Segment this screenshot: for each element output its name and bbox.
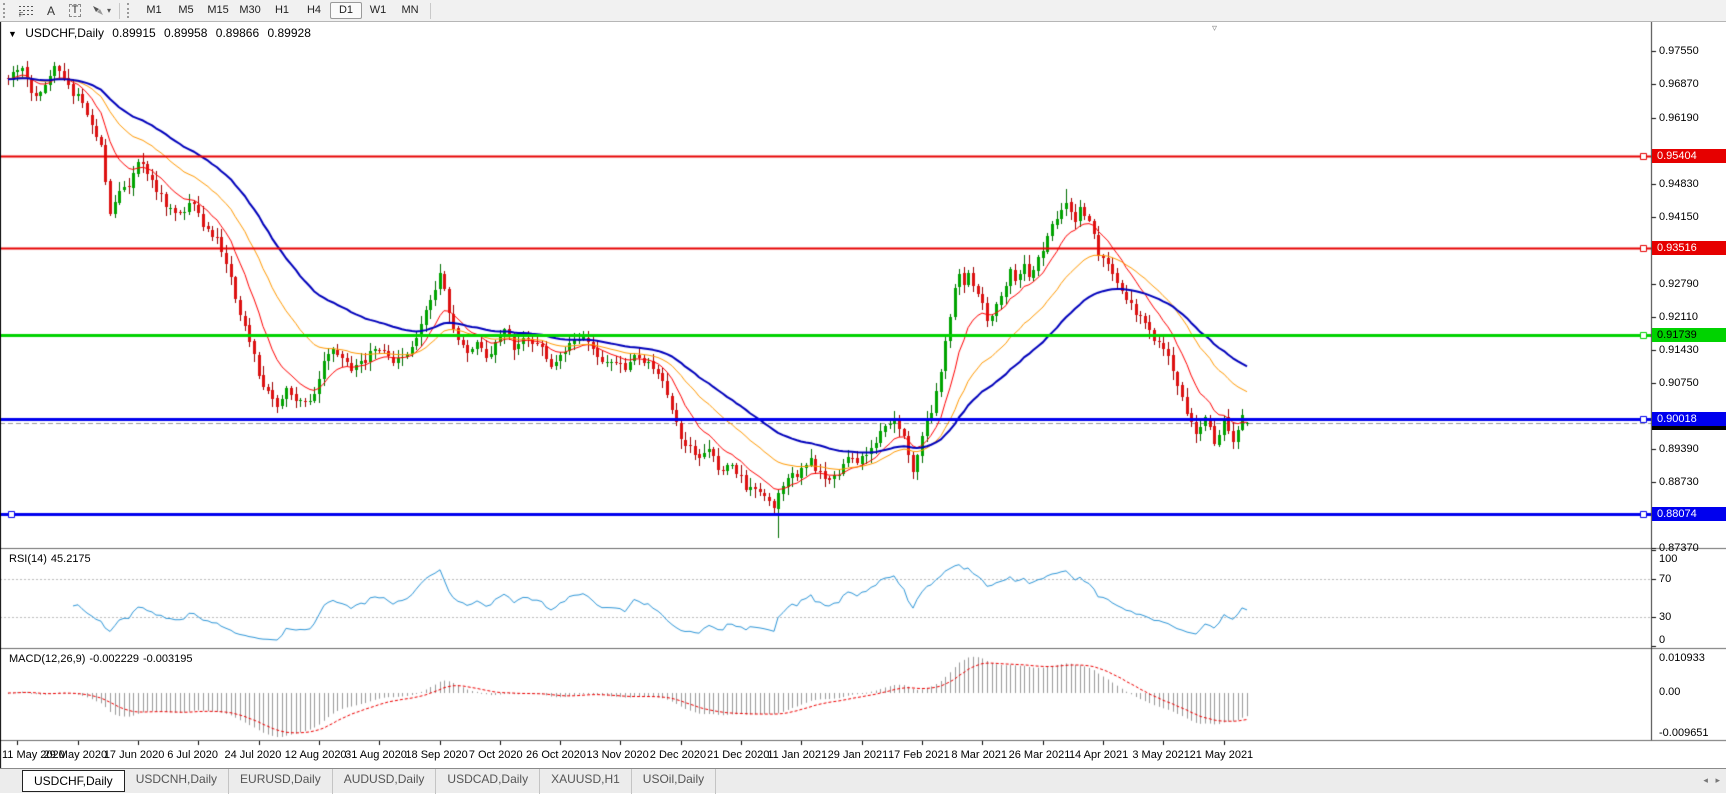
- date-tick-label: 12 Aug 2020: [285, 749, 347, 761]
- date-tick-label: 17 Feb 2021: [888, 749, 950, 761]
- quote-close: 0.89928: [268, 26, 311, 40]
- date-tick-label: 24 Jul 2020: [224, 749, 281, 761]
- rsi-tick-label: 70: [1659, 573, 1725, 585]
- date-tick-label: 21 May 2021: [1190, 749, 1254, 761]
- date-tick-label: 13 Nov 2020: [586, 749, 648, 761]
- chart-title: ▼ USDCHF,Daily 0.89915 0.89958 0.89866 0…: [8, 26, 316, 40]
- collapse-arrow-icon[interactable]: ▼: [8, 29, 17, 39]
- macd-signal-value: -0.003195: [143, 653, 193, 665]
- price-chart-canvas[interactable]: [0, 22, 1726, 768]
- chart-tab-bar: USDCHF,DailyUSDCNH,DailyEURUSD,DailyAUDU…: [0, 768, 1726, 793]
- tab-audusd-daily[interactable]: AUDUSD,Daily: [333, 769, 437, 794]
- date-tick-label: 17 Jun 2020: [104, 749, 165, 761]
- date-tick-label: 26 Oct 2020: [526, 749, 586, 761]
- date-tick-label: 31 Aug 2020: [345, 749, 407, 761]
- price-tick-label: 0.92790: [1659, 278, 1725, 290]
- timeframe-button-d1[interactable]: D1: [330, 2, 362, 19]
- macd-tick-label: -0.009651: [1659, 727, 1725, 739]
- macd-tick-label: 0.00: [1659, 686, 1725, 698]
- arrows-tool-button[interactable]: ▾: [87, 2, 115, 20]
- drawing-tools-group: F A T ▾: [14, 2, 115, 20]
- chart-tabs: USDCHF,DailyUSDCNH,DailyEURUSD,DailyAUDU…: [22, 769, 716, 794]
- arrows-icon: [91, 4, 105, 17]
- tab-scroll-buttons: ◂ ▸: [1698, 775, 1720, 786]
- text-label-tool-button[interactable]: T: [63, 2, 87, 20]
- chart-window: ▼ USDCHF,Daily 0.89915 0.89958 0.89866 0…: [0, 22, 1726, 768]
- tab-usoil-daily[interactable]: USOil,Daily: [632, 769, 716, 794]
- toolbar-separator: [119, 3, 120, 19]
- toolbar-grip[interactable]: [3, 3, 10, 18]
- macd-main-value: -0.002229: [89, 653, 139, 665]
- hline-price-label: 0.90018: [1652, 412, 1726, 426]
- rsi-title: RSI(14): [9, 553, 47, 565]
- text-icon: A: [47, 4, 55, 18]
- price-tick-label: 0.92110: [1659, 311, 1725, 323]
- chevron-down-icon: ▾: [107, 6, 111, 15]
- timeframe-button-w1[interactable]: W1: [362, 2, 394, 19]
- tab-usdcad-daily[interactable]: USDCAD,Daily: [436, 769, 540, 794]
- tab-usdcnh-daily[interactable]: USDCNH,Daily: [125, 769, 229, 794]
- date-tick-label: 21 Dec 2020: [707, 749, 769, 761]
- tab-scroll-right-icon[interactable]: ▸: [1715, 775, 1720, 785]
- tab-usdchf-daily[interactable]: USDCHF,Daily: [22, 770, 125, 792]
- price-tick-label: 0.90750: [1659, 377, 1725, 389]
- svg-text:F: F: [19, 12, 23, 18]
- timeframes-group: M1M5M15M30H1H4D1W1MN: [138, 2, 426, 19]
- date-tick-label: 26 Mar 2021: [1009, 749, 1071, 761]
- timeframe-button-m30[interactable]: M30: [234, 2, 266, 19]
- rsi-tick-label: 30: [1659, 611, 1725, 623]
- fibonacci-tool-button[interactable]: F: [14, 2, 39, 20]
- toolbar-separator: [430, 3, 431, 19]
- timeframes-grip[interactable]: [127, 3, 134, 18]
- date-tick-label: 29 May 2020: [44, 749, 108, 761]
- timeframe-button-mn[interactable]: MN: [394, 2, 426, 19]
- timeframe-button-h4[interactable]: H4: [298, 2, 330, 19]
- date-tick-label: 7 Oct 2020: [469, 749, 523, 761]
- timeframe-button-m15[interactable]: M15: [202, 2, 234, 19]
- quote-high: 0.89958: [164, 26, 207, 40]
- price-tick-label: 0.89390: [1659, 443, 1725, 455]
- fibonacci-icon: F: [18, 4, 35, 18]
- hline-price-label: 0.91739: [1652, 328, 1726, 342]
- timeframe-button-m5[interactable]: M5: [170, 2, 202, 19]
- quote-open: 0.89915: [112, 26, 155, 40]
- macd-title: MACD(12,26,9): [9, 653, 85, 665]
- price-tick-label: 0.91430: [1659, 344, 1725, 356]
- timeframe-button-h1[interactable]: H1: [266, 2, 298, 19]
- rsi-tick-label: 100: [1659, 553, 1725, 565]
- date-tick-label: 14 Apr 2021: [1069, 749, 1128, 761]
- macd-tick-label: 0.010933: [1659, 652, 1725, 664]
- date-tick-label: 11 Jan 2021: [767, 749, 827, 761]
- tab-eurusd-daily[interactable]: EURUSD,Daily: [229, 769, 333, 794]
- price-tick-label: 0.97550: [1659, 45, 1725, 57]
- date-tick-label: 18 Sep 2020: [405, 749, 467, 761]
- price-tick-label: 0.94830: [1659, 178, 1725, 190]
- quote-low: 0.89866: [216, 26, 259, 40]
- date-tick-label: 3 May 2021: [1132, 749, 1189, 761]
- macd-pane-label: MACD(12,26,9) -0.002229 -0.003195: [9, 653, 197, 665]
- date-tick-label: 6 Jul 2020: [167, 749, 218, 761]
- rsi-value: 45.2175: [51, 553, 91, 565]
- hline-price-label: 0.93516: [1652, 241, 1726, 255]
- timeframe-button-m1[interactable]: M1: [138, 2, 170, 19]
- date-tick-label: 2 Dec 2020: [650, 749, 706, 761]
- date-tick-label: 8 Mar 2021: [951, 749, 1007, 761]
- tab-xauusd-h1[interactable]: XAUUSD,H1: [540, 769, 632, 794]
- chart-symbol: USDCHF,Daily: [25, 26, 104, 40]
- date-tick-label: 29 Jan 2021: [828, 749, 889, 761]
- toolbar: F A T ▾ M1M5M15M30H1H4D1W1MN: [0, 0, 1726, 22]
- price-tick-label: 0.94150: [1659, 211, 1725, 223]
- hline-price-label: 0.88074: [1652, 507, 1726, 521]
- text-tool-button[interactable]: A: [39, 2, 63, 20]
- text-label-icon: T: [69, 4, 82, 17]
- rsi-pane-label: RSI(14) 45.2175: [9, 553, 95, 565]
- tab-scroll-left-icon[interactable]: ◂: [1703, 775, 1708, 785]
- price-tick-label: 0.88730: [1659, 476, 1725, 488]
- rsi-tick-label: 0: [1659, 634, 1725, 646]
- price-tick-label: 0.96870: [1659, 78, 1725, 90]
- chart-shift-icon[interactable]: ▿: [1212, 23, 1217, 34]
- price-tick-label: 0.96190: [1659, 112, 1725, 124]
- hline-price-label: 0.95404: [1652, 149, 1726, 163]
